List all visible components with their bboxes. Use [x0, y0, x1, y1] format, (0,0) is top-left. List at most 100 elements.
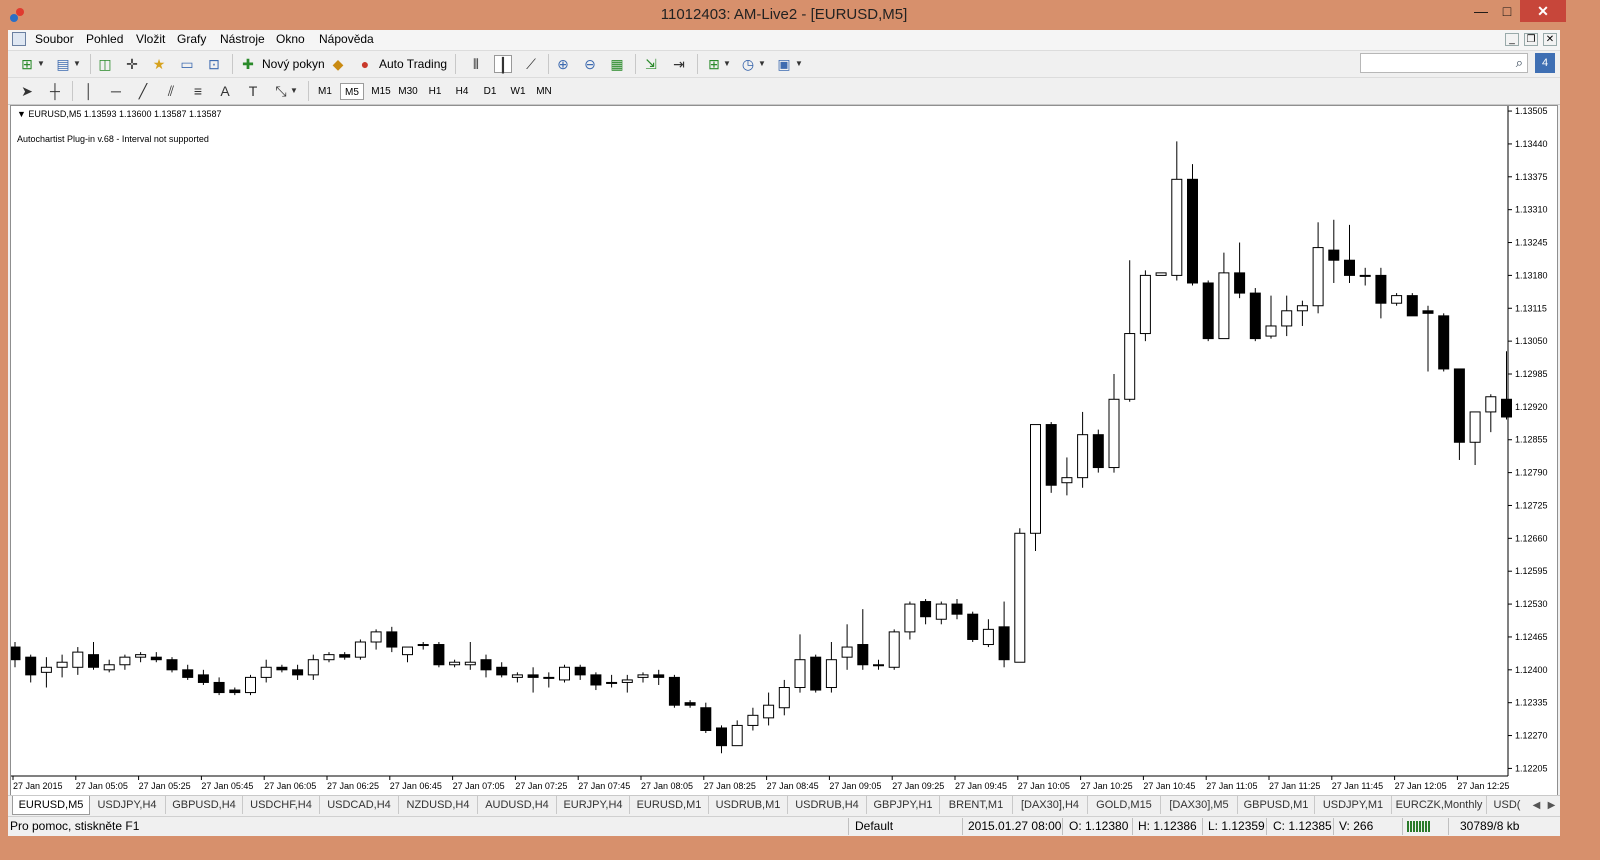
timeframe-m30[interactable]: M30 — [395, 83, 421, 100]
new-order-icon[interactable]: ✚ — [239, 55, 257, 73]
tab-dax30-m5[interactable]: [DAX30],M5 — [1161, 796, 1238, 814]
tabs-scroll-right-icon[interactable]: ▶ — [1545, 799, 1558, 812]
timeframe-mn[interactable]: MN — [532, 83, 556, 100]
candlestick-icon[interactable]: ┃ — [494, 55, 512, 73]
tile-windows-icon[interactable]: ▦ — [608, 55, 626, 73]
data-window-icon[interactable]: ✛ — [123, 55, 141, 73]
menu-vlozit[interactable]: Vložit — [136, 32, 165, 46]
tab-audusd-h4[interactable]: AUDUSD,H4 — [478, 796, 557, 814]
tab-nzdusd-h4[interactable]: NZDUSD,H4 — [399, 796, 478, 814]
new-chart-icon[interactable]: ⊞ — [18, 55, 36, 73]
chevron-down-icon[interactable]: ▼ — [757, 55, 767, 73]
equidistant-channel-icon[interactable]: ⫽ — [162, 82, 180, 100]
chevron-down-icon[interactable]: ▼ — [36, 55, 46, 73]
market-watch-icon[interactable]: ◫ — [96, 55, 114, 73]
auto-trading-icon[interactable]: ● — [356, 55, 374, 73]
chevron-down-icon[interactable]: ▼ — [722, 55, 732, 73]
chart-shift-icon[interactable]: ⇥ — [670, 55, 688, 73]
connection-status-icon[interactable] — [1407, 821, 1431, 832]
mdi-minimize-icon[interactable]: _ — [1505, 33, 1519, 46]
candle-body — [543, 676, 555, 679]
timeframe-h1[interactable]: H1 — [423, 83, 447, 100]
y-tick-label: 1.13245 — [1515, 238, 1548, 248]
candlestick-chart[interactable]: 1.13505 1.13440 1.13375 1.13310 1.13245 1.131… — [11, 106, 1557, 796]
mdi-restore-icon[interactable]: ❐ — [1524, 33, 1538, 46]
bar-chart-icon[interactable]: ⫴ — [467, 55, 485, 73]
terminal-icon[interactable]: ▭ — [178, 55, 196, 73]
auto-trading-button[interactable]: Auto Trading — [379, 57, 447, 71]
chevron-down-icon[interactable]: ▼ — [794, 55, 804, 73]
text-label-icon[interactable]: T — [244, 82, 262, 100]
tab-gbpusd-h4[interactable]: GBPUSD,H4 — [166, 796, 243, 814]
maximize-icon[interactable]: □ — [1494, 0, 1520, 22]
indicators-icon[interactable]: ⊞ — [705, 55, 723, 73]
tab-usdjpy-h4[interactable]: USDJPY,H4 — [89, 796, 166, 814]
tab-dax30-h4[interactable]: [DAX30],H4 — [1013, 796, 1088, 814]
tab-brent-m1[interactable]: BRENT,M1 — [940, 796, 1013, 814]
y-tick-label: 1.12270 — [1515, 731, 1548, 741]
tab-gold-m15[interactable]: GOLD,M15 — [1088, 796, 1161, 814]
timeframe-h4[interactable]: H4 — [450, 83, 474, 100]
tab-gbpusd-m1[interactable]: GBPUSD,M1 — [1238, 796, 1315, 814]
status-divider — [1132, 818, 1133, 835]
timeframe-m1[interactable]: M1 — [313, 83, 337, 100]
templates-icon[interactable]: ▣ — [775, 55, 793, 73]
close-icon[interactable]: ✕ — [1520, 0, 1566, 22]
text-tool-icon[interactable]: A — [216, 82, 234, 100]
timeframe-d1[interactable]: D1 — [478, 83, 502, 100]
chart-window[interactable]: 1.13505 1.13440 1.13375 1.13310 1.13245 1.131… — [10, 105, 1558, 797]
new-order-button[interactable]: Nový pokyn — [262, 57, 325, 71]
tab-eurusd-m5[interactable]: EURUSD,M5 — [12, 796, 90, 815]
candle-body — [1296, 305, 1308, 312]
minimize-icon[interactable]: — — [1468, 0, 1494, 22]
menu-okno[interactable]: Okno — [276, 32, 305, 46]
navigator-icon[interactable]: ★ — [150, 55, 168, 73]
timeframe-m15[interactable]: M15 — [368, 83, 394, 100]
strategy-tester-icon[interactable]: ⊡ — [205, 55, 223, 73]
zoom-out-icon[interactable]: ⊖ — [581, 55, 599, 73]
chevron-down-icon[interactable]: ▼ — [72, 55, 82, 73]
periods-clock-icon[interactable]: ◷ — [739, 55, 757, 73]
metaeditor-icon[interactable]: ◆ — [329, 55, 347, 73]
search-input[interactable]: ⌕ — [1360, 53, 1528, 73]
tab-usdrub-m1[interactable]: USDRUB,M1 — [709, 796, 788, 814]
auto-scroll-icon[interactable]: ⇲ — [642, 55, 660, 73]
horizontal-line-icon[interactable]: ─ — [107, 82, 125, 100]
candle-body — [1030, 424, 1041, 534]
menu-napoveda[interactable]: Nápověda — [319, 32, 374, 46]
tab-eurjpy-h4[interactable]: EURJPY,H4 — [557, 796, 630, 814]
tab-usdrub-h4[interactable]: USDRUB,H4 — [788, 796, 867, 814]
fibonacci-icon[interactable]: ≡ — [189, 82, 207, 100]
tab-eurczk-monthly[interactable]: EURCZK,Monthly — [1392, 796, 1487, 814]
arrows-icon[interactable]: ⤡ — [272, 82, 290, 100]
menu-nastroje[interactable]: Nástroje — [220, 32, 265, 46]
candle-body — [1438, 315, 1450, 370]
tab-gbpjpy-h1[interactable]: GBPJPY,H1 — [867, 796, 940, 814]
profiles-icon[interactable]: ▤ — [54, 55, 72, 73]
menu-grafy[interactable]: Grafy — [177, 32, 206, 46]
tabs-scroll-left-icon[interactable]: ◀ — [1530, 799, 1543, 812]
search-icon[interactable]: ⌕ — [1516, 55, 1523, 71]
chart-window-icon[interactable] — [12, 32, 26, 46]
chevron-down-icon[interactable]: ▼ — [289, 82, 299, 100]
tab-usdchf-h4[interactable]: USDCHF,H4 — [243, 796, 320, 814]
crosshair-icon[interactable]: ┼ — [46, 82, 64, 100]
menu-soubor[interactable]: Soubor — [35, 32, 74, 46]
candle-body — [1202, 282, 1214, 340]
chat-icon[interactable]: 4 — [1535, 53, 1555, 73]
trendline-icon[interactable]: ╱ — [134, 82, 152, 100]
line-chart-icon[interactable]: ⟋ — [522, 55, 540, 73]
tab-usd-partial[interactable]: USD( — [1487, 796, 1527, 814]
menu-pohled[interactable]: Pohled — [86, 32, 123, 46]
vertical-line-icon[interactable]: │ — [80, 82, 98, 100]
tab-eurusd-m1[interactable]: EURUSD,M1 — [630, 796, 709, 814]
tab-usdjpy-m1[interactable]: USDJPY,M1 — [1315, 796, 1392, 814]
y-tick-label: 1.12920 — [1515, 402, 1548, 412]
timeframe-w1[interactable]: W1 — [506, 83, 530, 100]
timeframe-m5[interactable]: M5 — [340, 83, 364, 100]
tab-usdcad-h4[interactable]: USDCAD,H4 — [320, 796, 399, 814]
cursor-icon[interactable]: ➤ — [18, 82, 36, 100]
status-divider — [1402, 818, 1403, 835]
zoom-in-icon[interactable]: ⊕ — [554, 55, 572, 73]
mdi-close-icon[interactable]: ✕ — [1543, 33, 1557, 46]
